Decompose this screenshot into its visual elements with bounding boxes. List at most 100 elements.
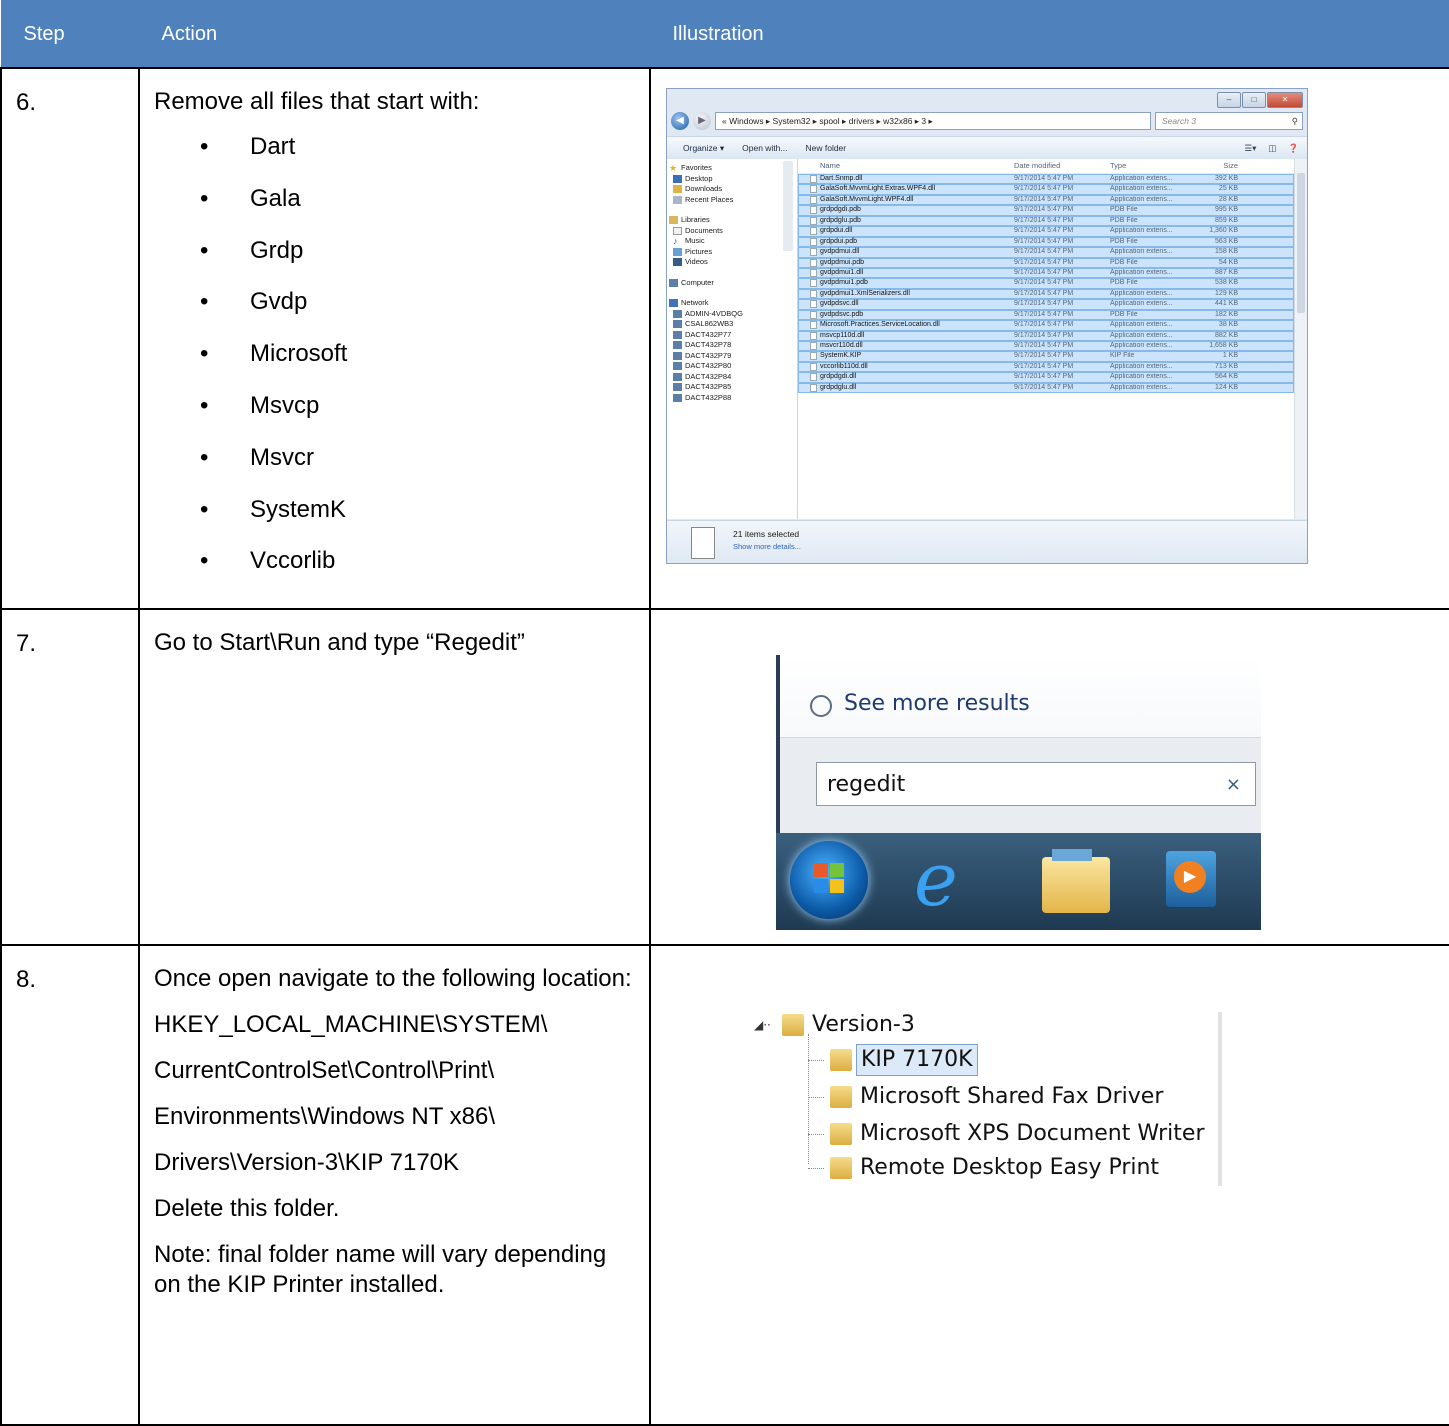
file-row[interactable]: gvdpdmui1.dll 9/17/2014 5:47 PM Applicatio… — [798, 267, 1294, 279]
start-button[interactable] — [790, 841, 868, 919]
tree-scrollbar[interactable] — [1218, 1012, 1222, 1186]
action-cell: Once open navigate to the following loca… — [138, 944, 651, 1426]
computer-icon — [673, 330, 682, 339]
file-row[interactable]: gvdpdmui1.pdb 9/17/2014 5:47 PM PDB File 53… — [798, 278, 1294, 289]
nav-item-network-pc[interactable]: DACT432P77 — [667, 330, 797, 341]
file-row[interactable]: grdpdui.dll 9/17/2014 5:47 PM Application … — [798, 226, 1294, 237]
help-icon[interactable]: ❓ — [1288, 143, 1299, 154]
nav-item-music[interactable]: ♪ Music — [667, 236, 797, 247]
nav-computer[interactable]: Computer — [667, 278, 797, 289]
nav-item-videos[interactable]: Videos — [667, 257, 797, 268]
file-list-scrollbar[interactable] — [1294, 159, 1307, 519]
file-row[interactable]: grdpdglu.dll 9/17/2014 5:47 PM Application… — [798, 382, 1294, 394]
media-player-icon[interactable] — [1166, 851, 1216, 907]
file-row[interactable]: gvdpdsvc.pdb 9/17/2014 5:47 PM PDB File 182… — [798, 309, 1294, 321]
nav-item-network-pc[interactable]: DACT432P79 — [667, 351, 797, 362]
network-icon — [669, 299, 678, 307]
column-type[interactable]: Type — [1110, 159, 1198, 173]
nav-item-network-pc[interactable]: DACT432P78 — [667, 340, 797, 351]
computer-icon — [673, 351, 682, 360]
file-name: grdpdui.pdb — [798, 237, 1014, 247]
view-options-icon[interactable]: ☰▾ — [1244, 143, 1256, 154]
column-name[interactable]: Name — [798, 159, 1014, 173]
windows-explorer-icon[interactable] — [1042, 849, 1110, 913]
file-icon — [810, 237, 817, 246]
file-row[interactable]: GalaSoft.MvvmLight.WPF4.dll 9/17/2014 5:4… — [798, 194, 1294, 206]
list-item: Gvdp — [154, 290, 635, 342]
computer-icon — [673, 362, 682, 370]
file-row[interactable]: grdpdglu.pdb 9/17/2014 5:47 PM PDB File 859… — [798, 215, 1294, 227]
nav-label: CSAL862WB3 — [685, 319, 734, 328]
nav-item-network-pc[interactable]: ADMIN-4VDBQG — [667, 309, 797, 320]
file-row[interactable]: vccorlib110d.dll 9/17/2014 5:47 PM Applica… — [798, 361, 1294, 373]
file-row[interactable]: gvdpdmui.pdb 9/17/2014 5:47 PM PDB File 54 … — [798, 257, 1294, 268]
computer-icon — [673, 383, 682, 391]
nav-item-network-pc[interactable]: DACT432P88 — [667, 393, 797, 404]
collapse-arrow-icon[interactable]: ◢·· — [754, 1008, 771, 1042]
file-size: 25 KB — [1218, 185, 1238, 193]
nav-libraries[interactable]: Libraries — [667, 215, 797, 226]
internet-explorer-icon[interactable]: e — [914, 839, 958, 921]
nav-pane-scrollbar[interactable] — [783, 161, 793, 251]
nav-label: Libraries — [681, 215, 710, 224]
file-date: 9/17/2014 5:47 PM — [1014, 310, 1074, 318]
column-date-modified[interactable]: Date modified — [1014, 159, 1110, 173]
file-row[interactable]: grdpdgdi.pdb 9/17/2014 5:47 PM PDB File 995… — [798, 205, 1294, 216]
preview-pane-icon[interactable]: ◫ — [1268, 143, 1276, 154]
file-type: Application extens... — [1110, 185, 1173, 193]
file-name-text: Dart.Snmp.dll — [820, 175, 863, 182]
nav-item-desktop[interactable]: Desktop — [667, 174, 797, 185]
file-row[interactable]: msvcr110d.dll 9/17/2014 5:47 PM Applicatio… — [798, 341, 1294, 352]
forward-button[interactable]: ▶ — [693, 112, 711, 130]
file-row[interactable]: grdpdui.pdb 9/17/2014 5:47 PM PDB File 563 … — [798, 236, 1294, 248]
organize-button[interactable]: Organize ▾ — [683, 143, 724, 154]
file-row[interactable]: grdpdgdi.dll 9/17/2014 5:47 PM Application… — [798, 372, 1294, 383]
close-button[interactable]: ✕ — [1267, 92, 1303, 108]
file-row[interactable]: Dart.Snmp.dll 9/17/2014 5:47 PM Applicatio… — [798, 174, 1294, 185]
scrollbar-thumb[interactable] — [1297, 173, 1305, 313]
nav-item-recent-places[interactable]: Recent Places — [667, 195, 797, 206]
show-more-details-link[interactable]: Show more details... — [733, 542, 801, 551]
nav-item-network-pc[interactable]: DACT432P84 — [667, 372, 797, 383]
file-row[interactable]: gvdpdmui1.XmlSerializers.dll 9/17/2014 5:… — [798, 288, 1294, 300]
file-row[interactable]: GalaSoft.MvvmLight.Extras.WPF4.dll 9/17/2… — [798, 184, 1294, 195]
explorer-window-screenshot: – □ ✕ ◀ ▶ « Windows ▸ System32 ▸ spool ▸… — [666, 88, 1308, 564]
minimize-button[interactable]: – — [1217, 92, 1241, 108]
nav-favorites[interactable]: ★ Favorites — [667, 163, 797, 174]
list-item: Grdp — [154, 238, 635, 291]
file-row[interactable]: SystemK.KIP 9/17/2014 5:47 PM KIP File 1 KB — [798, 351, 1294, 362]
new-folder-button[interactable]: New folder — [805, 143, 846, 153]
nav-item-downloads[interactable]: Downloads — [667, 184, 797, 195]
file-icon — [810, 383, 817, 392]
nav-item-pictures[interactable]: Pictures — [667, 247, 797, 258]
maximize-button[interactable]: □ — [1242, 92, 1266, 108]
nav-network[interactable]: Network — [667, 298, 797, 309]
back-button[interactable]: ◀ — [671, 112, 689, 130]
file-size: 54 KB — [1218, 258, 1238, 266]
file-type: Application extens... — [1110, 342, 1173, 349]
nav-label: Favorites — [681, 163, 712, 172]
see-more-results-link[interactable]: See more results — [844, 691, 1030, 716]
file-row[interactable]: gvdpdsvc.dll 9/17/2014 5:47 PM Application… — [798, 299, 1294, 310]
tree-node-label: Remote Desktop Easy Print — [860, 1155, 1160, 1180]
nav-item-network-pc[interactable]: CSAL862WB3 — [667, 319, 797, 330]
file-icon — [810, 258, 817, 267]
file-row[interactable]: msvcp110d.dll 9/17/2014 5:47 PM Applicatio… — [798, 330, 1294, 341]
file-name-text: grdpdglu.pdb — [820, 216, 861, 224]
file-name-text: grdpdglu.dll — [820, 383, 857, 391]
clear-search-icon[interactable]: × — [1226, 763, 1241, 807]
file-row[interactable]: gvdpdmui.dll 9/17/2014 5:47 PM Application… — [798, 247, 1294, 258]
open-with-button[interactable]: Open with... — [742, 143, 787, 153]
nav-label: Music — [685, 236, 705, 245]
nav-item-network-pc[interactable]: DACT432P80 — [667, 361, 797, 372]
nav-item-documents[interactable]: Documents — [667, 226, 797, 237]
start-search-input[interactable]: regedit × — [816, 762, 1256, 806]
file-size: 182 KB — [1215, 310, 1238, 318]
nav-item-network-pc[interactable]: DACT432P85 — [667, 382, 797, 393]
file-row[interactable]: Microsoft.Practices.ServiceLocation.dll 9… — [798, 320, 1294, 331]
file-type: Application extens... — [1110, 268, 1173, 276]
search-box[interactable]: Search 3 ⚲ — [1155, 112, 1303, 130]
column-size[interactable]: Size — [1198, 159, 1238, 173]
address-bar[interactable]: « Windows ▸ System32 ▸ spool ▸ drivers ▸… — [715, 112, 1151, 130]
search-value: regedit — [827, 772, 906, 797]
